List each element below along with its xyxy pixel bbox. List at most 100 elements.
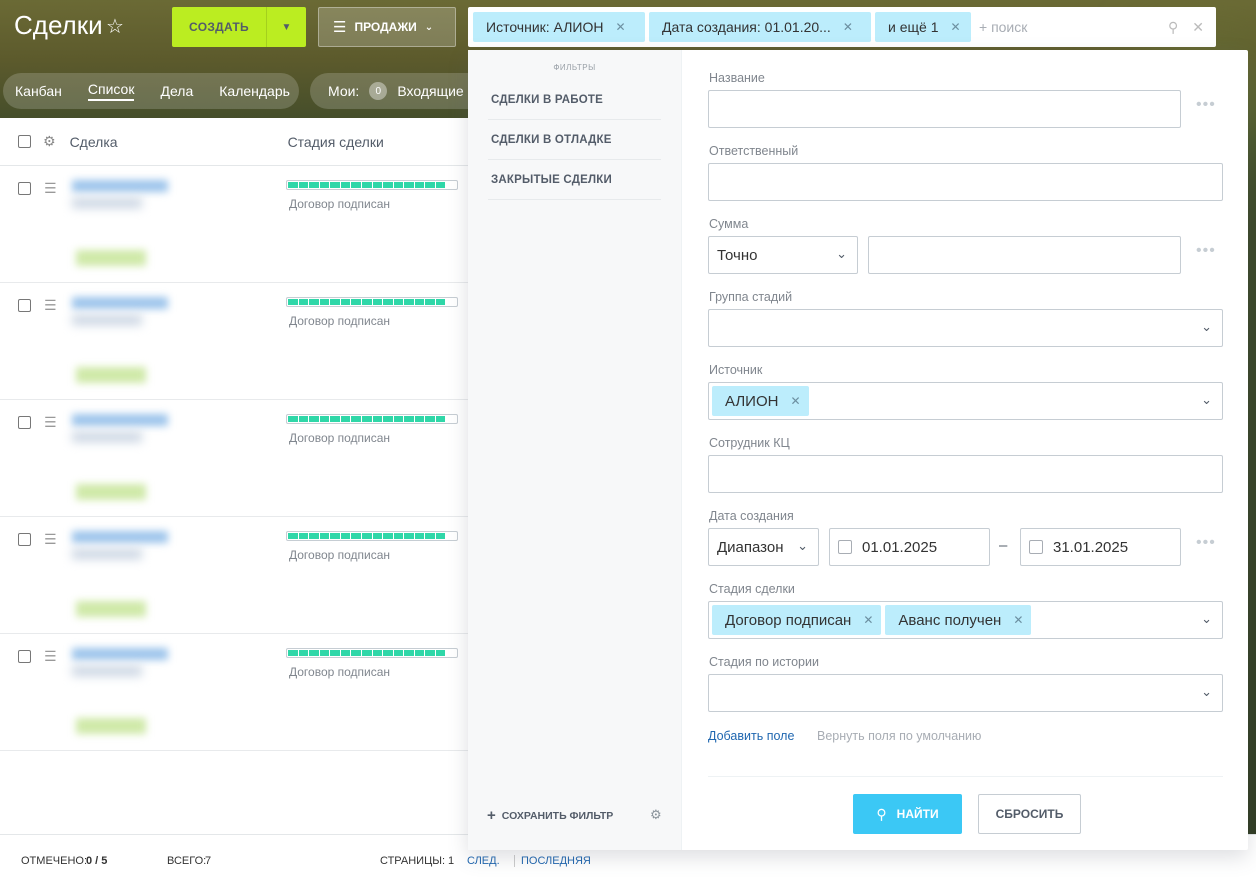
responsible-field[interactable] [708,163,1223,201]
filter-chip-more[interactable]: и ещё 1 ✕ [875,12,971,42]
gear-icon[interactable]: ⚙ [43,133,56,150]
more-icon[interactable]: ••• [1196,242,1216,260]
drag-handle-icon[interactable]: ☰ [44,531,57,548]
next-page-link[interactable]: СЛЕД. [467,855,500,867]
row-checkbox[interactable] [18,416,31,429]
preset-closed-deals[interactable]: ЗАКРЫТЫЕ СДЕЛКИ [488,160,661,200]
save-filter-button[interactable]: + СОХРАНИТЬ ФИЛЬТР [487,807,613,824]
close-icon[interactable]: ✕ [843,20,853,34]
date-mode-select[interactable]: Диапазон ⌄ [708,528,819,566]
stage-progress-bar[interactable] [286,531,458,541]
deal-tag-blurred [76,484,146,500]
sum-mode-select[interactable]: Точно ⌄ [708,236,858,274]
deal-title-blurred[interactable] [72,297,168,309]
progress-segment [414,299,425,305]
deal-title-blurred[interactable] [72,648,168,660]
progress-segment [288,182,298,188]
preset-deals-debug[interactable]: СДЕЛКИ В ОТЛАДКЕ [488,120,661,160]
create-button-label[interactable]: СОЗДАТЬ [172,7,266,47]
find-button[interactable]: ⚲ НАЙТИ [853,794,962,834]
tab-activities[interactable]: Дела [160,83,193,99]
stage-progress-bar[interactable] [286,648,458,658]
source-select[interactable]: АЛИОН ✕ ⌄ [708,382,1223,420]
close-icon[interactable]: ✕ [863,613,873,627]
deal-stage-select[interactable]: Договор подписан ✕ Аванс получен ✕ ⌄ [708,601,1223,639]
calendar-icon[interactable] [1029,540,1043,554]
row-checkbox[interactable] [18,182,31,195]
table-row[interactable]: ☰ Договор подписан [0,283,520,400]
row-checkbox[interactable] [18,299,31,312]
drag-handle-icon[interactable]: ☰ [44,180,57,197]
progress-segment [351,650,361,656]
progress-segment [309,650,319,656]
filter-chip-source[interactable]: Источник: АЛИОН ✕ [473,12,645,42]
my-counters: Мои: 0 Входящие [310,73,480,109]
drag-handle-icon[interactable]: ☰ [44,648,57,665]
source-tag[interactable]: АЛИОН ✕ [712,386,809,416]
table-row[interactable]: ☰ Договор подписан [0,634,520,751]
table-row[interactable]: ☰ Договор подписан [0,400,520,517]
deal-title-blurred[interactable] [72,180,168,192]
progress-segment [309,416,319,422]
more-icon[interactable]: ••• [1196,534,1216,552]
more-icon[interactable]: ••• [1196,96,1216,114]
filter-search-bar[interactable]: Источник: АЛИОН ✕ Дата создания: 01.01.2… [468,7,1216,47]
close-icon[interactable]: ✕ [615,20,625,34]
clear-icon[interactable]: ✕ [1192,19,1204,36]
deal-subtitle-blurred [72,666,142,676]
tab-kanban[interactable]: Канбан [15,83,62,99]
add-field-link[interactable]: Добавить поле [708,729,794,743]
name-field[interactable] [708,90,1181,128]
deal-title-blurred[interactable] [72,531,168,543]
sales-pipeline-button[interactable]: ☰ ПРОДАЖИ ⌄ [318,7,456,47]
progress-segment [372,416,383,422]
stage-history-select[interactable]: ⌄ [708,674,1223,712]
select-all-checkbox[interactable] [18,135,31,148]
table-row[interactable]: ☰ Договор подписан [0,166,520,283]
stage-progress-bar[interactable] [286,180,458,190]
stage-progress-bar[interactable] [286,297,458,307]
row-checkbox[interactable] [18,650,31,663]
progress-segment [309,299,319,305]
date-to-field[interactable]: 31.01.2025 [1020,528,1181,566]
progress-segment [351,416,361,422]
gear-icon[interactable]: ⚙ [650,807,662,823]
deal-title-blurred[interactable] [72,414,168,426]
tab-calendar[interactable]: Календарь [219,83,290,99]
progress-segment [372,299,383,305]
incoming-label[interactable]: Входящие [397,83,463,99]
sum-value-field[interactable] [868,236,1181,274]
presets-header: ФИЛЬТРЫ [553,63,596,72]
column-stage[interactable]: Стадия сделки [288,134,384,150]
reset-button[interactable]: СБРОСИТЬ [978,794,1081,834]
table-row[interactable]: ☰ Договор подписан [0,517,520,634]
column-deal[interactable]: Сделка [70,134,118,150]
close-icon[interactable]: ✕ [950,20,960,34]
stage-tag[interactable]: Договор подписан ✕ [712,605,882,635]
drag-handle-icon[interactable]: ☰ [44,297,57,314]
last-page-link[interactable]: ПОСЛЕДНЯЯ [514,855,591,867]
deal-tag-blurred [76,250,146,266]
chevron-down-icon[interactable]: ▼ [266,7,306,47]
star-icon[interactable]: ☆ [106,14,124,39]
search-icon[interactable]: ⚲ [1168,19,1178,36]
stage-tag[interactable]: Аванс получен ✕ [885,605,1032,635]
create-button[interactable]: СОЗДАТЬ ▼ [172,7,306,47]
stage-progress-bar[interactable] [286,414,458,424]
date-from-field[interactable]: 01.01.2025 [829,528,990,566]
search-input[interactable]: + поиск [979,19,1164,35]
row-checkbox[interactable] [18,533,31,546]
stage-label: Договор подписан [289,314,391,328]
incoming-count-badge[interactable]: 0 [369,82,388,100]
close-icon[interactable]: ✕ [1013,613,1023,627]
kc-employee-field[interactable] [708,455,1223,493]
close-icon[interactable]: ✕ [790,394,800,408]
drag-handle-icon[interactable]: ☰ [44,414,57,431]
restore-fields-link[interactable]: Вернуть поля по умолчанию [817,729,981,743]
tab-list[interactable]: Список [87,81,135,101]
stage-history-label: Стадия по истории [709,655,819,669]
stage-group-select[interactable]: ⌄ [708,309,1223,347]
filter-chip-date[interactable]: Дата создания: 01.01.20... ✕ [649,12,871,42]
preset-deals-in-progress[interactable]: СДЕЛКИ В РАБОТЕ [488,80,661,120]
calendar-icon[interactable] [838,540,852,554]
